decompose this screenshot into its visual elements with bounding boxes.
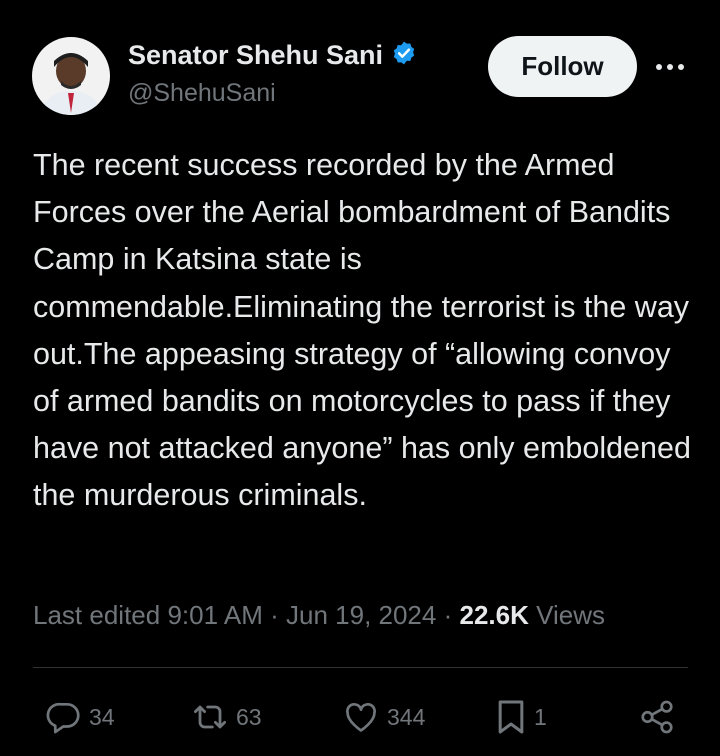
meta-separator: · <box>443 600 453 630</box>
avatar[interactable] <box>32 37 110 115</box>
author-name-row[interactable]: Senator Shehu Sani <box>128 40 417 71</box>
reply-count: 34 <box>89 703 115 730</box>
more-icon[interactable] <box>652 52 688 82</box>
verified-icon <box>391 40 417 71</box>
author-handle[interactable]: @ShehuSani <box>128 79 276 108</box>
tweet-text: The recent success recorded by the Armed… <box>33 148 691 513</box>
meta-separator: · <box>270 600 279 630</box>
views-label: Views <box>536 600 606 630</box>
share-icon <box>638 698 676 736</box>
bookmark-count: 1 <box>534 703 547 730</box>
like-count: 344 <box>387 703 426 730</box>
like-button[interactable]: 344 <box>341 697 425 737</box>
tweet-meta: Last edited 9:01 AM · Jun 19, 2024 · 22.… <box>33 600 605 631</box>
tweet-time[interactable]: 9:01 AM <box>167 600 262 630</box>
reply-icon <box>45 698 83 736</box>
repost-icon <box>190 698 230 736</box>
follow-button[interactable]: Follow <box>488 36 637 97</box>
views-count: 22.6K <box>459 600 529 630</box>
reply-button[interactable]: 34 <box>45 697 115 737</box>
tweet-date[interactable]: Jun 19, 2024 <box>286 600 436 630</box>
divider <box>33 667 688 668</box>
author-name[interactable]: Senator Shehu Sani <box>128 40 383 71</box>
edited-label[interactable]: Last edited <box>33 600 160 630</box>
repost-count: 63 <box>236 703 262 730</box>
share-button[interactable] <box>638 697 676 737</box>
like-icon <box>341 698 381 736</box>
repost-button[interactable]: 63 <box>190 697 262 737</box>
bookmark-button[interactable]: 1 <box>494 697 547 737</box>
bookmark-icon <box>494 697 528 737</box>
